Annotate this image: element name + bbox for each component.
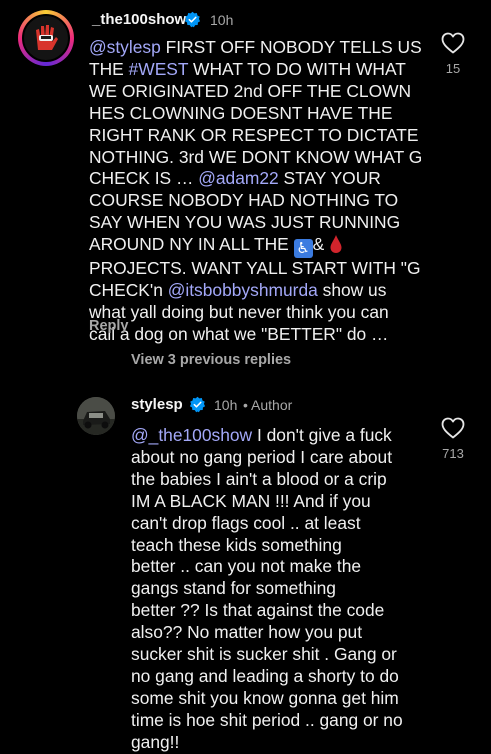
heart-outline-icon[interactable] bbox=[441, 32, 465, 54]
drop-of-blood-icon bbox=[330, 235, 342, 254]
mention-link[interactable]: @stylesp bbox=[89, 37, 161, 57]
comment-text: AROUND NY IN ALL THE bbox=[89, 234, 294, 255]
comment-line: @_the100show I don't give a fuck bbox=[131, 425, 403, 447]
comment-line: COURSE NOBODY HAD NOTHING TO bbox=[89, 190, 422, 212]
comment-line: PROJECTS. WANT YALL START WITH "G bbox=[89, 258, 422, 280]
comment-body: @stylesp FIRST OFF NOBODY TELLS US THE #W… bbox=[89, 37, 422, 346]
hand-logo-icon bbox=[36, 25, 58, 50]
comment-line: RIGHT RANK OR RESPECT TO DICTATE bbox=[89, 125, 422, 147]
comment-text: the babies I ain't a blood or a crip bbox=[131, 468, 387, 489]
comment-text: about no gang period I care about bbox=[131, 446, 393, 467]
avatar-the100show[interactable] bbox=[18, 10, 74, 66]
comment-line: AROUND NY IN ALL THE ♿ & bbox=[89, 234, 422, 259]
comment-line: sucker shit is sucker shit . Gang or bbox=[131, 644, 403, 666]
verified-badge-icon bbox=[184, 11, 201, 28]
avatar-image bbox=[77, 397, 115, 435]
comment-line: CHECK'n @itsbobbyshmurda show us bbox=[89, 280, 422, 302]
author-badge: • Author bbox=[243, 397, 293, 413]
heart-outline-icon[interactable] bbox=[441, 417, 465, 439]
like-count: 15 bbox=[445, 61, 461, 76]
comment-line: teach these kids something bbox=[131, 535, 403, 557]
comment-text: SAY WHEN YOU WAS JUST RUNNING bbox=[89, 212, 401, 233]
comment-line: gangs stand for something bbox=[131, 578, 403, 600]
comment-text: what yall doing but never think you can bbox=[89, 301, 389, 322]
comment-text: teach these kids something bbox=[131, 534, 342, 555]
comment-body: @_the100show I don't give a fuck about no… bbox=[131, 425, 403, 754]
mention-link[interactable]: @_the100show bbox=[131, 425, 252, 445]
comment-time: 10h bbox=[210, 12, 234, 28]
avatar-stylesp[interactable] bbox=[77, 397, 115, 435]
mention-link[interactable]: #WEST bbox=[129, 59, 189, 79]
comment-line: some shit you know gonna get him bbox=[131, 688, 403, 710]
comment-line: no gang and leading a shorty to do bbox=[131, 666, 403, 688]
comment-text: better ?? Is that against the code bbox=[131, 600, 385, 621]
mention-link[interactable]: @itsbobbyshmurda bbox=[168, 280, 318, 300]
comment-line: CHECK IS … @adam22 STAY YOUR bbox=[89, 168, 422, 190]
comment-text: sucker shit is sucker shit . Gang or bbox=[131, 644, 397, 665]
comment-text: NOTHING. 3rd WE DONT KNOW WHAT G bbox=[89, 146, 423, 167]
comment-text: THE bbox=[89, 58, 129, 79]
wheelchair-symbol-icon: ♿ bbox=[293, 239, 313, 259]
comment-line: NOTHING. 3rd WE DONT KNOW WHAT G bbox=[89, 147, 422, 169]
username-stylesp[interactable]: stylesp bbox=[131, 396, 183, 413]
comment-time: 10h bbox=[214, 397, 238, 413]
comment-line: what yall doing but never think you can bbox=[89, 302, 422, 324]
avatar-image bbox=[22, 14, 70, 62]
reply-button[interactable]: Reply bbox=[89, 318, 129, 334]
comment-line: better ?? Is that against the code bbox=[131, 600, 403, 622]
comment-text: HES CLOWNING DOESNT HAVE THE bbox=[89, 102, 393, 123]
mention-link[interactable]: @adam22 bbox=[198, 168, 279, 188]
comment-line: WE ORIGINATED 2nd OFF THE CLOWN bbox=[89, 81, 422, 103]
comment-text: show us bbox=[317, 280, 387, 301]
comment-text: CHECK'n bbox=[89, 280, 168, 301]
comment-line: also?? No matter how you put bbox=[131, 622, 403, 644]
comment-text: IM A BLACK MAN !!! And if you bbox=[131, 490, 371, 511]
comment-line: @stylesp FIRST OFF NOBODY TELLS US bbox=[89, 37, 422, 59]
comment-line: can't drop flags cool .. at least bbox=[131, 513, 403, 535]
comment-line: gang!! bbox=[131, 732, 403, 754]
comment-line: SAY WHEN YOU WAS JUST RUNNING bbox=[89, 212, 422, 234]
comment-line: the babies I ain't a blood or a crip bbox=[131, 469, 403, 491]
comment-text: CHECK IS … bbox=[89, 168, 199, 189]
comment-text: also?? No matter how you put bbox=[131, 622, 363, 643]
comment-text: FIRST OFF NOBODY TELLS US bbox=[160, 37, 422, 57]
comment-text: WE ORIGINATED 2nd OFF THE CLOWN bbox=[89, 80, 412, 101]
comment-line: better .. can you not make the bbox=[131, 556, 403, 578]
comment-text: gang!! bbox=[131, 731, 180, 752]
comment-text: WHAT TO DO WITH WHAT bbox=[188, 58, 406, 79]
view-previous-replies-button[interactable]: View 3 previous replies bbox=[131, 352, 291, 368]
comment-text: & bbox=[312, 234, 329, 255]
comment-text: can't drop flags cool .. at least bbox=[131, 512, 361, 533]
comment-line: about no gang period I care about bbox=[131, 447, 403, 469]
comment-text: some shit you know gonna get him bbox=[131, 687, 399, 708]
comment-line: time is hoe shit period .. gang or no bbox=[131, 710, 403, 732]
comment-text: call a dog on what we "BETTER" do … bbox=[89, 323, 389, 344]
comment-line: HES CLOWNING DOESNT HAVE THE bbox=[89, 103, 422, 125]
comment-line: IM A BLACK MAN !!! And if you bbox=[131, 491, 403, 513]
comment-text: I don't give a fuck bbox=[252, 425, 392, 445]
username-the100show[interactable]: _the100show bbox=[92, 11, 186, 28]
comment-text: gangs stand for something bbox=[131, 578, 336, 599]
comment-line: THE #WEST WHAT TO DO WITH WHAT bbox=[89, 59, 422, 81]
like-count: 713 bbox=[442, 446, 464, 461]
comment-text: PROJECTS. WANT YALL START WITH "G bbox=[89, 258, 421, 279]
comment-text: better .. can you not make the bbox=[131, 556, 362, 577]
comment-text: STAY YOUR bbox=[278, 168, 381, 189]
comment-text: RIGHT RANK OR RESPECT TO DICTATE bbox=[89, 124, 419, 145]
comment-line: call a dog on what we "BETTER" do … bbox=[89, 324, 422, 346]
comment-text: no gang and leading a shorty to do bbox=[131, 665, 399, 686]
verified-badge-icon bbox=[189, 396, 206, 413]
comment-text: COURSE NOBODY HAD NOTHING TO bbox=[89, 190, 399, 211]
